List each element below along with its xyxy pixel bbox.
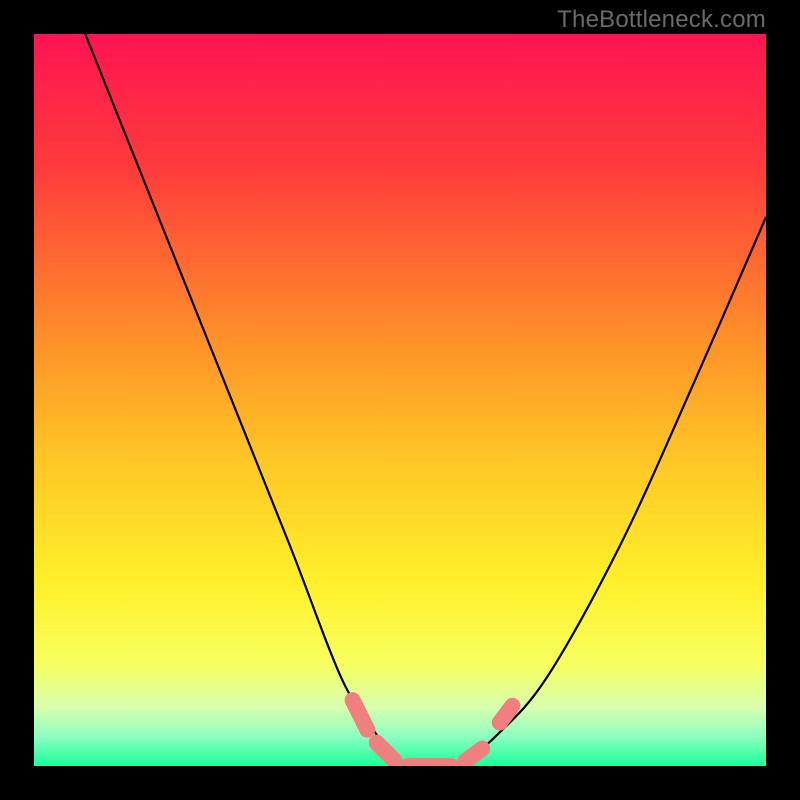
plot-area [34, 34, 766, 766]
series-right-curve [459, 217, 766, 766]
marker-segment [400, 758, 459, 766]
curve-layer [34, 34, 766, 766]
watermark-text: TheBottleneck.com [557, 6, 766, 34]
series-left-curve [85, 34, 400, 766]
chart-frame: TheBottleneck.com [0, 0, 800, 800]
